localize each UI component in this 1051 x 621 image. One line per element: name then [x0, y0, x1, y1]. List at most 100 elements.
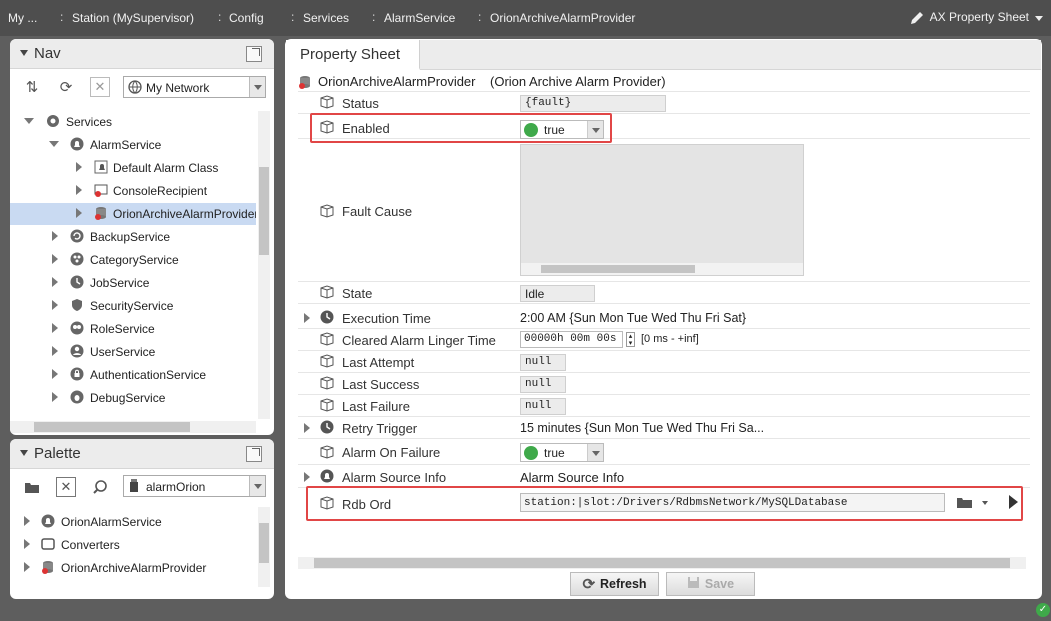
- slot-icon: [320, 398, 334, 412]
- close-icon[interactable]: ✕: [56, 477, 76, 497]
- tree-row[interactable]: Default Alarm Class: [10, 157, 256, 179]
- popout-icon[interactable]: [246, 446, 262, 462]
- tab-label: Property Sheet: [300, 46, 401, 63]
- tree-row[interactable]: JobService: [10, 272, 256, 294]
- breadcrumb-station[interactable]: Station (MySupervisor): [72, 11, 194, 25]
- search-icon[interactable]: [90, 477, 110, 497]
- expand-toggle-icon[interactable]: [49, 141, 59, 147]
- nav-horizontal-scrollbar[interactable]: [10, 421, 256, 433]
- breadcrumb-provider[interactable]: OrionArchiveAlarmProvider: [490, 11, 635, 25]
- collapse-caret-icon[interactable]: [20, 50, 28, 56]
- view-selector[interactable]: AX Property Sheet: [930, 10, 1043, 24]
- expand-toggle-icon[interactable]: [76, 185, 82, 195]
- expand-toggle-icon[interactable]: [52, 254, 58, 264]
- expand-toggle-icon[interactable]: [52, 369, 58, 379]
- chevron-down-icon[interactable]: [249, 77, 265, 97]
- lock-icon: [70, 367, 84, 381]
- expand-toggle-icon[interactable]: [304, 472, 310, 482]
- expand-toggle-icon[interactable]: [52, 392, 58, 402]
- alarm-on-failure-select[interactable]: true: [520, 443, 604, 462]
- tree-row[interactable]: CategoryService: [10, 249, 256, 271]
- open-folder-icon[interactable]: [22, 477, 42, 497]
- tree-row[interactable]: SecurityService: [10, 295, 256, 317]
- fault-cause-textarea[interactable]: [520, 144, 804, 276]
- module-combo[interactable]: alarmOrion: [123, 475, 266, 497]
- expand-toggle-icon[interactable]: [52, 277, 58, 287]
- tree-row[interactable]: RoleService: [10, 318, 256, 340]
- palette-panel: Palette ✕ alarmOrion OrionAlarmService C…: [10, 439, 274, 599]
- property-row-cleared-alarm-linger-time: Cleared Alarm Linger Time 00000h 00m 00s…: [298, 329, 1030, 351]
- palette-vertical-scrollbar[interactable]: [258, 507, 270, 587]
- breadcrumb-alarmservice[interactable]: AlarmService: [384, 11, 455, 25]
- breadcrumb-services[interactable]: Services: [303, 11, 349, 25]
- close-icon[interactable]: ✕: [90, 77, 110, 97]
- horizontal-scrollbar[interactable]: [521, 263, 803, 275]
- expand-toggle-icon[interactable]: [24, 562, 30, 572]
- sync-arrows-icon[interactable]: ⇅: [22, 77, 42, 97]
- tree-row[interactable]: DebugService: [10, 387, 256, 409]
- breadcrumb-config[interactable]: Config: [229, 11, 264, 25]
- palette-header: Palette: [10, 439, 274, 469]
- scroll-thumb[interactable]: [34, 422, 190, 432]
- expand-toggle-icon[interactable]: [304, 423, 310, 433]
- palette-item-label: Converters: [61, 538, 120, 552]
- network-combo[interactable]: My Network: [123, 76, 266, 98]
- popout-icon[interactable]: [246, 46, 262, 62]
- linger-time-input[interactable]: 00000h 00m 00s: [520, 331, 623, 348]
- refresh-icon[interactable]: ⟳: [56, 77, 76, 97]
- breadcrumb-my-host[interactable]: My ...: [8, 11, 37, 25]
- connection-status-check-icon: ✓: [1036, 603, 1050, 617]
- execution-time-value[interactable]: 2:00 AM {Sun Mon Tue Wed Thu Fri Sat}: [520, 311, 746, 325]
- tree-label: AlarmService: [90, 138, 162, 152]
- expand-toggle-icon[interactable]: [24, 516, 30, 526]
- property-name: Cleared Alarm Linger Time: [342, 333, 496, 348]
- expand-toggle-icon[interactable]: [52, 231, 58, 241]
- retry-trigger-value[interactable]: 15 minutes {Sun Mon Tue Wed Thu Fri Sa..…: [520, 421, 764, 435]
- expand-toggle-icon[interactable]: [76, 162, 82, 172]
- tree-row[interactable]: BackupService: [10, 226, 256, 248]
- tree-row[interactable]: UserService: [10, 341, 256, 363]
- expand-toggle-icon[interactable]: [76, 208, 82, 218]
- console-recipient-icon: [94, 183, 108, 197]
- refresh-button[interactable]: ⟳ Refresh: [570, 572, 659, 596]
- scroll-thumb[interactable]: [541, 265, 695, 273]
- spinner-icon[interactable]: ▴ ▾: [626, 332, 635, 347]
- clock-icon: [320, 310, 334, 324]
- tree-row[interactable]: AlarmService: [10, 134, 256, 156]
- expand-toggle-icon[interactable]: [52, 346, 58, 356]
- tab-property-sheet[interactable]: Property Sheet: [286, 40, 420, 70]
- refresh-label: Refresh: [600, 577, 647, 591]
- scroll-thumb[interactable]: [314, 558, 1010, 568]
- property-name: Fault Cause: [342, 204, 413, 219]
- chevron-down-icon[interactable]: [587, 444, 603, 461]
- nav-vertical-scrollbar[interactable]: [258, 111, 270, 419]
- scroll-thumb[interactable]: [259, 167, 269, 255]
- highlight-enabled: [310, 113, 612, 143]
- save-button[interactable]: Save: [666, 572, 755, 596]
- nav-tree: Services AlarmService Default Alarm Clas…: [10, 111, 256, 419]
- palette-item[interactable]: OrionArchiveAlarmProvider: [10, 557, 256, 579]
- expand-toggle-icon[interactable]: [24, 539, 30, 549]
- property-row-alarm-on-failure: Alarm On Failure true: [298, 440, 1030, 465]
- tree-row[interactable]: Services: [10, 111, 256, 133]
- palette-item[interactable]: OrionAlarmService: [10, 511, 256, 533]
- expand-toggle-icon[interactable]: [52, 300, 58, 310]
- expand-toggle-icon[interactable]: [304, 313, 310, 323]
- expand-toggle-icon[interactable]: [24, 118, 34, 124]
- collapse-caret-icon[interactable]: [20, 450, 28, 456]
- tree-row[interactable]: ConsoleRecipient: [10, 180, 256, 202]
- alarm-class-icon: [94, 160, 108, 174]
- expand-toggle-icon[interactable]: [52, 323, 58, 333]
- status-ok-dot-icon: [524, 446, 538, 460]
- tree-row[interactable]: AuthenticationService: [10, 364, 256, 386]
- palette-item[interactable]: Converters: [10, 534, 256, 556]
- debug-icon: [70, 390, 84, 404]
- nav-header: Nav: [10, 39, 274, 69]
- property-name: Last Failure: [342, 399, 410, 414]
- top-nav-bar: My ... : Station (MySupervisor) : Config…: [0, 0, 1051, 36]
- scroll-thumb[interactable]: [259, 523, 269, 563]
- pencil-icon[interactable]: [908, 9, 926, 27]
- tree-row-selected[interactable]: OrionArchiveAlarmProvider: [10, 203, 256, 225]
- property-sheet-horizontal-scrollbar[interactable]: [298, 557, 1026, 569]
- chevron-down-icon[interactable]: [249, 476, 265, 496]
